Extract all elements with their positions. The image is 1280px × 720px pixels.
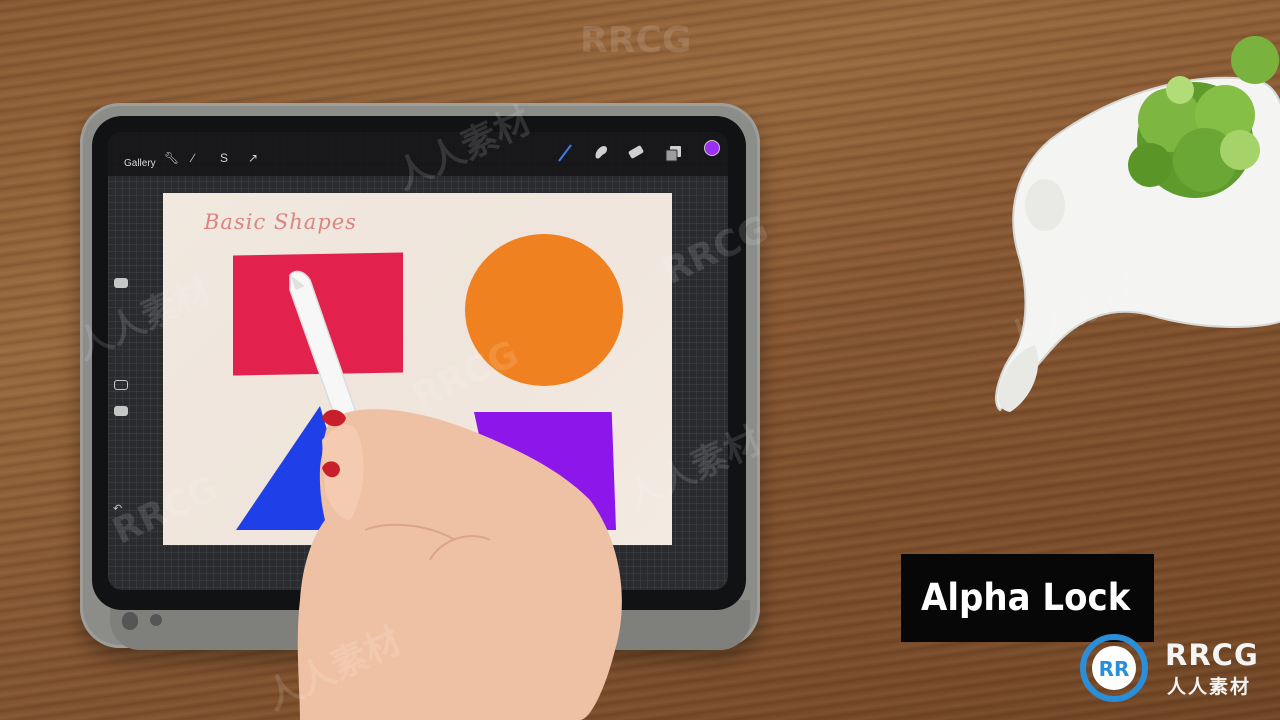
case-hole — [150, 614, 162, 626]
procreate-toolbar: Gallery 🔧︎ ∕ S ↗ — [108, 132, 728, 176]
red-rectangle-shape[interactable] — [233, 252, 403, 376]
canvas-title-text: Basic Shapes — [204, 210, 357, 234]
logo-text: RRCG — [1165, 638, 1259, 672]
caption-text: Alpha Lock — [921, 576, 1131, 619]
selection-icon[interactable]: S — [220, 152, 228, 164]
orange-circle-shape[interactable] — [465, 234, 623, 386]
undo-icon[interactable]: ↶ — [113, 502, 122, 515]
caption-box: Alpha Lock — [901, 554, 1154, 642]
gallery-button[interactable]: Gallery — [124, 158, 156, 169]
eraser-icon[interactable] — [626, 142, 646, 164]
brush-size-slider[interactable] — [114, 278, 128, 288]
modify-button[interactable] — [114, 380, 128, 390]
layers-icon[interactable] — [664, 142, 684, 164]
case-hole — [122, 612, 138, 630]
rrcg-logo-icon: RR — [1080, 634, 1148, 702]
brush-icon[interactable] — [556, 142, 574, 164]
svg-text:RR: RR — [1099, 657, 1130, 681]
smudge-icon[interactable] — [592, 142, 610, 164]
color-swatch-button[interactable] — [704, 140, 720, 156]
transform-arrow-icon[interactable]: ↗ — [248, 152, 258, 164]
opacity-slider[interactable] — [114, 406, 128, 416]
logo-subtext: 人人素材 — [1167, 676, 1252, 698]
wrench-icon[interactable]: 🔧︎ — [164, 152, 179, 164]
magic-wand-icon[interactable]: ∕ — [192, 152, 194, 164]
